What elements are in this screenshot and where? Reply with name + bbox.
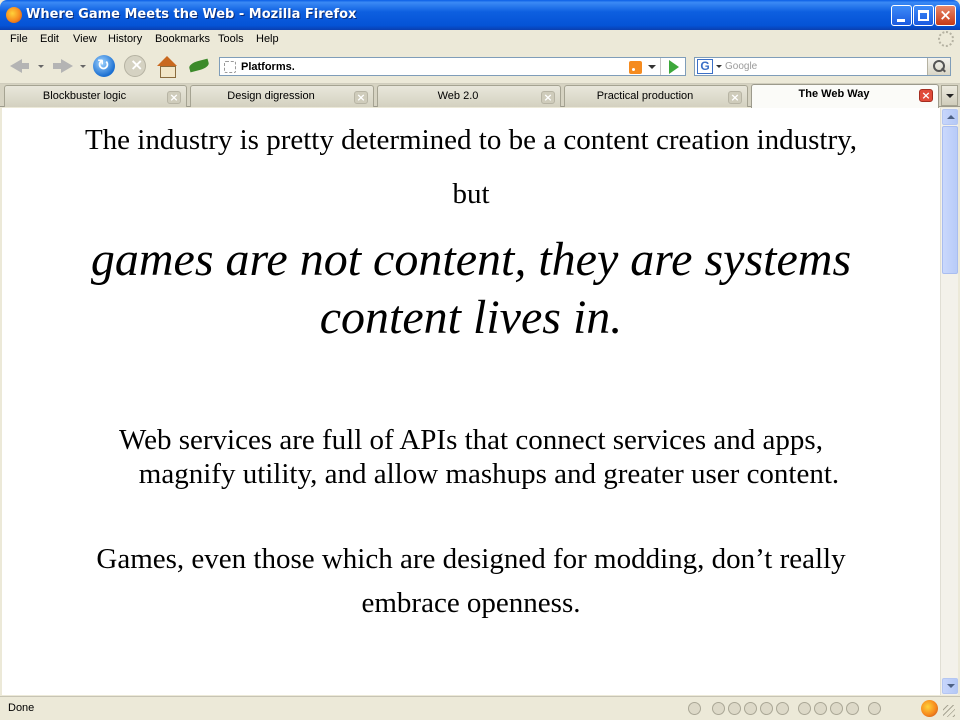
firefox-status-icon[interactable] [921, 700, 938, 717]
tab-label: Blockbuster logic [42, 90, 127, 102]
close-icon: × [939, 6, 952, 24]
tab-label: Design digression [227, 90, 315, 102]
throbber-icon [938, 31, 954, 47]
scroll-thumb[interactable] [942, 126, 958, 274]
maximize-button[interactable] [913, 5, 934, 26]
leaf-icon[interactable] [188, 55, 210, 77]
tab-web-2-0[interactable]: Web 2.0 × [377, 85, 561, 107]
search-bar[interactable]: G [694, 57, 951, 76]
go-arrow-icon[interactable] [669, 60, 679, 74]
tab-strip: Blockbuster logic × Design digression × … [0, 84, 960, 108]
intro-line-1: The industry is pretty determined to be … [84, 124, 858, 156]
minimize-button[interactable] [891, 5, 912, 26]
maximize-icon [918, 10, 929, 21]
tab-label: Practical production [596, 90, 694, 102]
tab-list-button[interactable] [941, 85, 958, 106]
quote-line-2: content lives in. [319, 291, 623, 344]
media-control-icon[interactable] [712, 702, 725, 715]
media-control-icon[interactable] [868, 702, 881, 715]
page-content: The industry is pretty determined to be … [2, 108, 940, 695]
menu-history[interactable]: History [108, 33, 142, 45]
title-bar[interactable]: Where Game Meets the Web - Mozilla Firef… [0, 0, 960, 30]
menu-help[interactable]: Help [256, 33, 279, 45]
media-control-icon[interactable] [776, 702, 789, 715]
quote-line-1: games are not content, they are systems [90, 233, 852, 286]
url-history-dropdown-icon[interactable] [648, 65, 656, 69]
media-control-icon[interactable] [728, 702, 741, 715]
menu-file[interactable]: File [10, 33, 28, 45]
media-control-icon[interactable] [760, 702, 773, 715]
address-separator [660, 58, 661, 75]
intro-line-2: but [452, 178, 490, 210]
rss-icon[interactable] [629, 61, 642, 74]
vertical-scrollbar[interactable] [940, 108, 958, 695]
minimize-icon [897, 19, 905, 22]
address-bar[interactable]: Platforms. [219, 57, 686, 76]
back-history-dropdown-icon[interactable] [38, 65, 44, 68]
tab-blockbuster-logic[interactable]: Blockbuster logic × [4, 85, 187, 107]
close-window-button[interactable]: × [935, 5, 956, 26]
resize-grip-icon[interactable] [943, 705, 955, 717]
scroll-down-icon[interactable] [942, 678, 958, 694]
media-control-icon[interactable] [744, 702, 757, 715]
media-control-icon[interactable] [830, 702, 843, 715]
status-text: Done [8, 702, 35, 714]
scroll-up-icon[interactable] [942, 109, 958, 125]
media-control-icon[interactable] [846, 702, 859, 715]
firefox-icon [6, 7, 22, 23]
tab-design-digression[interactable]: Design digression × [190, 85, 374, 107]
search-input[interactable] [725, 61, 925, 72]
site-identity-icon [224, 61, 236, 73]
games-line-1: Games, even those which are designed for… [96, 543, 846, 575]
stop-icon[interactable] [124, 55, 146, 77]
menu-edit[interactable]: Edit [40, 33, 59, 45]
web-services-line-1: Web services are full of APIs that conne… [119, 424, 823, 456]
tab-close-icon[interactable]: × [167, 91, 181, 104]
tab-label: The Web Way [798, 88, 870, 100]
magnifier-icon[interactable] [927, 58, 950, 75]
tab-practical-production[interactable]: Practical production × [564, 85, 748, 107]
back-arrow-icon[interactable] [8, 55, 30, 77]
tab-close-icon[interactable]: × [541, 91, 555, 104]
tab-the-web-way[interactable]: The Web Way × [751, 84, 939, 108]
reload-icon[interactable] [93, 55, 115, 77]
home-icon[interactable] [156, 55, 178, 78]
menu-view[interactable]: View [73, 33, 97, 45]
tab-close-icon[interactable]: × [354, 91, 368, 104]
search-engine-dropdown-icon[interactable] [716, 65, 722, 68]
media-control-icon[interactable] [798, 702, 811, 715]
menu-tools[interactable]: Tools [218, 33, 244, 45]
menu-bookmarks[interactable]: Bookmarks [155, 33, 210, 45]
window-title: Where Game Meets the Web - Mozilla Firef… [26, 7, 357, 22]
media-control-icon[interactable] [814, 702, 827, 715]
tab-close-icon[interactable]: × [919, 89, 933, 102]
tab-close-icon[interactable]: × [728, 91, 742, 104]
address-text[interactable]: Platforms. [241, 61, 295, 73]
forward-arrow-icon[interactable] [52, 55, 74, 77]
games-line-2: embrace openness. [361, 587, 581, 619]
navigation-toolbar: Platforms. G [0, 48, 960, 84]
media-control-icon[interactable] [688, 702, 701, 715]
search-engine-icon[interactable]: G [697, 59, 713, 74]
status-bar: Done [0, 696, 960, 720]
tab-label: Web 2.0 [437, 90, 479, 102]
menu-bar: File Edit View History Bookmarks Tools H… [0, 30, 960, 48]
forward-history-dropdown-icon[interactable] [80, 65, 86, 68]
web-services-line-2: magnify utility, and allow mashups and g… [138, 458, 840, 490]
